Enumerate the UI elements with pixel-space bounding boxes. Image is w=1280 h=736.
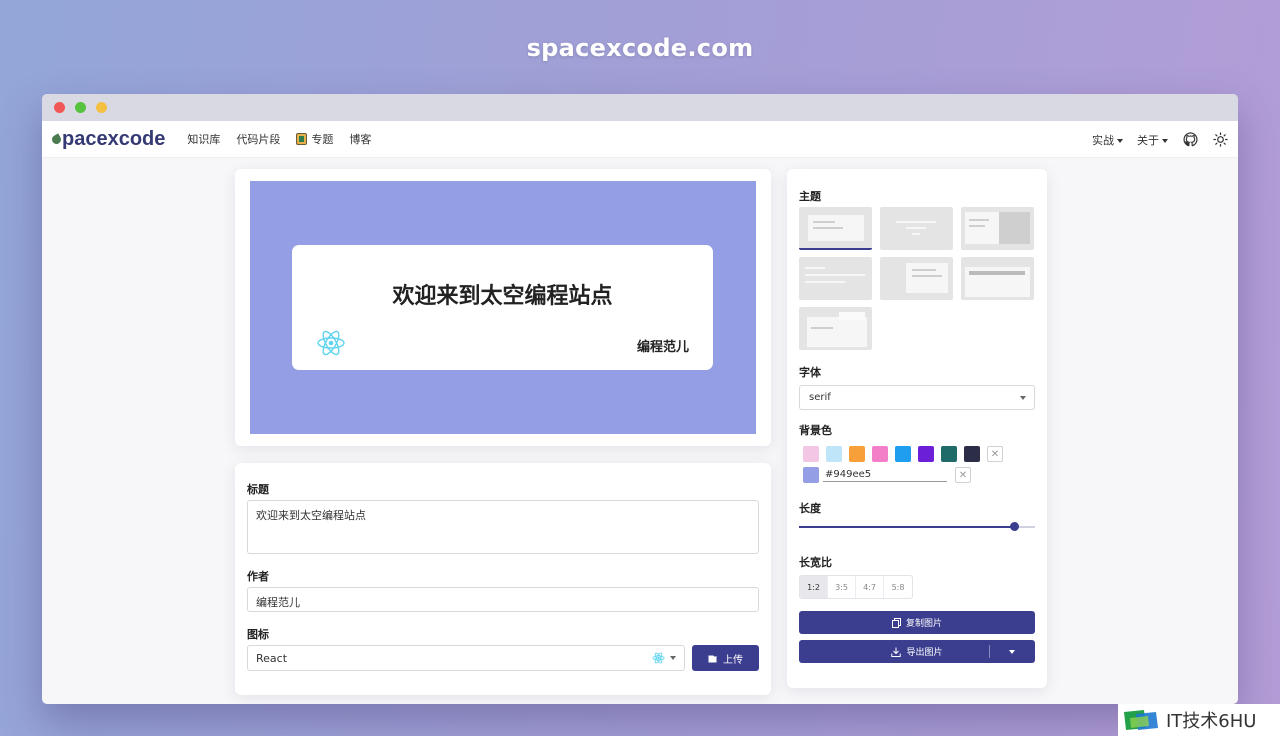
ratio-option-1-2[interactable]: 1:2 xyxy=(800,576,828,598)
nav-link-topics-label: 专题 xyxy=(311,133,334,146)
author-input[interactable]: 编程范儿 xyxy=(247,587,759,612)
swatch-light-blue[interactable] xyxy=(826,446,842,462)
background-color-label: 背景色 xyxy=(799,424,832,437)
clear-swatch-icon[interactable]: ✕ xyxy=(987,446,1003,462)
theme-option-6[interactable] xyxy=(961,257,1034,300)
length-slider-fill xyxy=(799,526,1014,528)
custom-color-row: #949ee5 ✕ xyxy=(803,467,971,483)
menu-about[interactable]: 关于 xyxy=(1137,132,1168,148)
nav-link-blog[interactable]: 博客 xyxy=(349,131,371,147)
theme-option-5[interactable] xyxy=(880,257,953,300)
settings-card: 主题 字体 serif 背景色 ✕ #949ee5 ✕ 长度 长宽比 1:2 3… xyxy=(787,169,1047,688)
aspect-ratio-group: 1:2 3:5 4:7 5:8 xyxy=(799,575,913,599)
nav-links: 知识库 代码片段 专题 博客 xyxy=(187,131,371,147)
preview-card: 欢迎来到太空编程站点 编程范儿 xyxy=(235,169,771,446)
maximize-window-dot[interactable] xyxy=(96,102,107,113)
watermark: IT技术6HU xyxy=(1118,704,1280,736)
site-title: spacexcode.com xyxy=(526,34,754,62)
nav-link-knowledge[interactable]: 知识库 xyxy=(187,131,220,147)
minimize-window-dot[interactable] xyxy=(75,102,86,113)
upload-button[interactable]: 上传 xyxy=(692,645,759,671)
swatch-teal[interactable] xyxy=(941,446,957,462)
chevron-down-icon xyxy=(670,656,676,660)
chevron-down-icon xyxy=(1020,396,1026,400)
length-label: 长度 xyxy=(799,502,821,515)
ratio-option-4-7[interactable]: 4:7 xyxy=(856,576,884,598)
ratio-option-5-8[interactable]: 5:8 xyxy=(884,576,912,598)
theme-option-7[interactable] xyxy=(799,307,872,350)
watermark-text: IT技术6HU xyxy=(1166,711,1257,732)
react-small-icon xyxy=(652,652,665,664)
book-icon xyxy=(296,133,308,145)
cover-author: 编程范儿 xyxy=(636,340,689,355)
top-navbar: pacexcode 知识库 代码片段 专题 博客 实战 关于 xyxy=(42,121,1238,158)
font-select-value: serif xyxy=(809,392,831,403)
title-textarea[interactable]: 欢迎来到太空编程站点 xyxy=(247,500,759,554)
author-label: 作者 xyxy=(247,570,269,583)
nav-link-snippets[interactable]: 代码片段 xyxy=(236,131,280,147)
length-slider-thumb[interactable] xyxy=(1009,522,1019,531)
form-card: 标题 欢迎来到太空编程站点 作者 编程范儿 图标 React 上传 xyxy=(235,463,771,695)
watermark-logo-icon xyxy=(1122,708,1160,732)
font-select[interactable]: serif xyxy=(799,385,1035,410)
clear-color-icon[interactable]: ✕ xyxy=(955,467,971,483)
export-image-label: 导出图片 xyxy=(906,648,943,658)
aspect-ratio-label: 长宽比 xyxy=(799,556,832,569)
logo-leaf-icon xyxy=(50,132,63,146)
icon-select[interactable]: React xyxy=(247,645,685,671)
background-swatches: ✕ xyxy=(803,446,1003,462)
copy-image-label: 复制图片 xyxy=(905,619,942,629)
cover-preview-background: 欢迎来到太空编程站点 编程范儿 xyxy=(250,181,756,434)
theme-grid xyxy=(799,207,1034,350)
custom-color-swatch[interactable] xyxy=(803,467,819,483)
cover-preview-panel: 欢迎来到太空编程站点 编程范儿 xyxy=(292,245,713,370)
hex-color-input[interactable]: #949ee5 xyxy=(823,468,947,482)
copy-icon xyxy=(891,617,901,628)
menu-practice[interactable]: 实战 xyxy=(1092,132,1123,148)
swatch-orange[interactable] xyxy=(849,446,865,462)
close-window-dot[interactable] xyxy=(54,102,65,113)
swatch-dark[interactable] xyxy=(964,446,980,462)
logo-text: pacexcode xyxy=(62,127,166,150)
browser-window: pacexcode 知识库 代码片段 专题 博客 实战 关于 欢迎来到太空编程站… xyxy=(42,94,1238,704)
title-label: 标题 xyxy=(247,483,269,496)
site-logo[interactable]: pacexcode xyxy=(50,127,166,151)
theme-option-2[interactable] xyxy=(880,207,953,250)
swatch-magenta[interactable] xyxy=(872,446,888,462)
theme-option-3[interactable] xyxy=(961,207,1034,250)
react-icon xyxy=(316,329,346,361)
export-image-button[interactable]: 导出图片 xyxy=(799,640,1035,663)
swatch-purple[interactable] xyxy=(918,446,934,462)
icon-label: 图标 xyxy=(247,628,269,641)
ratio-option-3-5[interactable]: 3:5 xyxy=(828,576,856,598)
length-slider[interactable] xyxy=(799,522,1035,531)
font-label: 字体 xyxy=(799,366,821,379)
nav-right: 实战 关于 xyxy=(1092,121,1228,158)
download-icon xyxy=(891,647,902,657)
export-options-chevron-icon[interactable] xyxy=(1009,650,1015,654)
swatch-blue[interactable] xyxy=(895,446,911,462)
theme-option-4[interactable] xyxy=(799,257,872,300)
swatch-pink[interactable] xyxy=(803,446,819,462)
theme-toggle-sun-icon[interactable] xyxy=(1212,132,1228,148)
icon-select-value: React xyxy=(256,652,288,665)
nav-link-topics[interactable]: 专题 xyxy=(296,131,333,147)
theme-label: 主题 xyxy=(799,190,821,203)
copy-image-button[interactable]: 复制图片 xyxy=(799,611,1035,634)
image-upload-icon xyxy=(708,653,717,662)
theme-option-1[interactable] xyxy=(799,207,872,250)
upload-button-label: 上传 xyxy=(723,654,743,666)
window-titlebar xyxy=(42,94,1238,121)
cover-title: 欢迎来到太空编程站点 xyxy=(392,283,613,309)
github-icon[interactable] xyxy=(1182,132,1198,148)
